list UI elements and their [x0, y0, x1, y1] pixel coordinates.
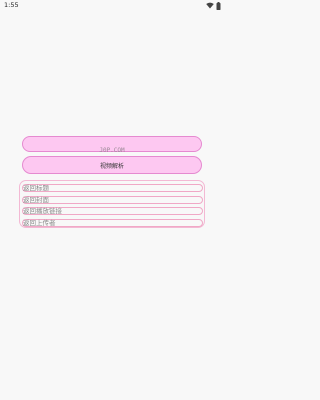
- results-group: 返回标题 返回封面 返回播放链接 返回上传者: [19, 180, 205, 228]
- battery-icon: [216, 1, 221, 10]
- status-icons: [206, 1, 221, 10]
- parse-video-button[interactable]: 视频解析: [22, 156, 202, 174]
- result-play-link-field: 返回播放链接: [22, 207, 203, 215]
- result-title-field: 返回标题: [22, 184, 203, 192]
- wifi-icon: [206, 2, 214, 9]
- status-time: 1:55: [4, 1, 19, 9]
- status-bar: 1:55: [0, 0, 225, 11]
- result-cover-field: 返回封面: [22, 195, 203, 204]
- url-input-container: [22, 136, 202, 158]
- result-uploader-field: 返回上传者: [22, 218, 203, 227]
